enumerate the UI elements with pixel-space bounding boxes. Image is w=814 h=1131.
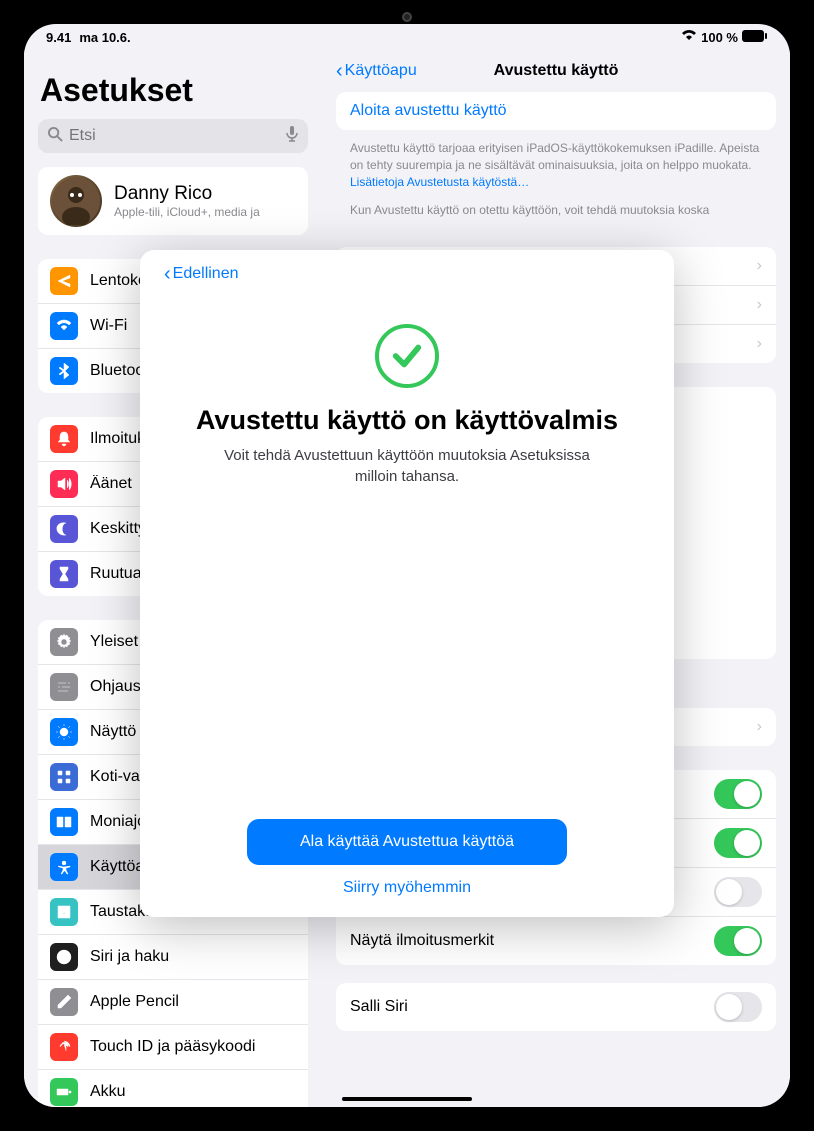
assisted-access-modal: ‹ Edellinen Avustettu käyttö on käyttöva… [140,250,674,917]
battery-pct: 100 % [701,30,738,45]
sidebar-item-label: Wi-Fi [90,317,127,335]
status-bar: 9.41 ma 10.6. 100 % [24,24,790,50]
status-date: ma 10.6. [79,30,130,45]
toggle-label: Salli Siri [350,998,408,1016]
airplane-icon [50,267,78,295]
wifi-icon [50,312,78,340]
brightness-icon [50,718,78,746]
search-input[interactable] [69,127,286,145]
sidebar-item-touchid[interactable]: Touch ID ja pääsykoodi [38,1025,308,1070]
front-camera [402,12,412,22]
speaker-icon [50,470,78,498]
start-assisted-access[interactable]: Aloita avustettu käyttö [336,92,776,130]
toggle-switch[interactable] [714,877,762,907]
search-icon [48,127,63,146]
sidebar-item-label: Akku [90,1083,126,1101]
mic-icon[interactable] [286,126,298,146]
pencil-icon [50,988,78,1016]
chevron-right-icon: › [757,257,762,275]
avatar [50,175,102,227]
sidebar-item-label: Äänet [90,475,132,493]
sidebar-item-battery[interactable]: Akku [38,1070,308,1107]
skip-button[interactable]: Siirry myöhemmin [343,879,471,897]
chevron-left-icon: ‹ [164,264,171,284]
device-frame: 9.41 ma 10.6. 100 % Asetukset [0,0,814,1131]
gear-icon [50,628,78,656]
toggle-switch[interactable] [714,779,762,809]
toggle-switch[interactable] [714,992,762,1022]
start-assisted-access-button[interactable]: Ala käyttää Avustettua käyttöä [247,819,567,865]
bluetooth-icon [50,357,78,385]
battery-icon [742,30,768,45]
touchid-icon [50,1033,78,1061]
wifi-icon [681,30,697,45]
toggle-row: Näytä ilmoitusmerkit [336,917,776,965]
grid-icon [50,763,78,791]
detail-back-label: Käyttöapu [345,62,417,80]
wallpaper-icon [50,898,78,926]
sidebar-item-siri[interactable]: Siri ja haku [38,935,308,980]
sidebar-item-label: Apple Pencil [90,993,179,1011]
user-card[interactable]: Danny Rico Apple-tili, iCloud+, media ja [38,167,308,235]
sidebar-title: Asetukset [40,72,306,109]
toggle-switch[interactable] [714,828,762,858]
modal-title: Avustettu käyttö on käyttövalmis [172,404,642,436]
home-indicator[interactable] [342,1097,472,1101]
detail-header: ‹ Käyttöapu Avustettu käyttö [336,50,776,92]
siri-icon [50,943,78,971]
modal-description: Voit tehdä Avustettuun käyttöön muutoksi… [164,446,650,487]
modal-back-button[interactable]: ‹ Edellinen [164,264,239,284]
user-name: Danny Rico [114,183,260,205]
battery-icon [50,1078,78,1106]
toggle-label: Näytä ilmoitusmerkit [350,932,494,950]
detail-action-card: Aloita avustettu käyttö [336,92,776,130]
status-time: 9.41 [46,30,71,45]
learn-more-link[interactable]: Lisätietoja Avustetusta käytöstä… [350,175,529,189]
sidebar-item-label: Yleiset [90,633,138,651]
moon-icon [50,515,78,543]
chevron-left-icon: ‹ [336,61,343,81]
user-sub: Apple-tili, iCloud+, media ja [114,205,260,219]
toggle-row: Salli Siri [336,983,776,1031]
sidebar-item-label: Siri ja haku [90,948,169,966]
detail-description: Avustettu käyttö tarjoaa erityisen iPadO… [336,134,776,196]
accessibility-icon [50,853,78,881]
modal-back-label: Edellinen [173,265,239,283]
switches-icon [50,673,78,701]
sidebar-item-pencil[interactable]: Apple Pencil [38,980,308,1025]
hourglass-icon [50,560,78,588]
sidebar-item-label: Touch ID ja pääsykoodi [90,1038,255,1056]
screen: 9.41 ma 10.6. 100 % Asetukset [24,24,790,1107]
bell-icon [50,425,78,453]
chevron-right-icon: › [757,296,762,314]
detail-back-button[interactable]: ‹ Käyttöapu [336,61,417,81]
checkmark-circle-icon [375,324,439,388]
toggle-switch[interactable] [714,926,762,956]
detail-title: Avustettu käyttö [494,62,619,80]
chevron-right-icon: › [757,718,762,736]
detail-description-2: Kun Avustettu käyttö on otettu käyttöön,… [336,196,776,225]
toggle-group-2: Salli Siri [336,983,776,1031]
chevron-right-icon: › [757,335,762,353]
multitask-icon [50,808,78,836]
search-field[interactable] [38,119,308,153]
